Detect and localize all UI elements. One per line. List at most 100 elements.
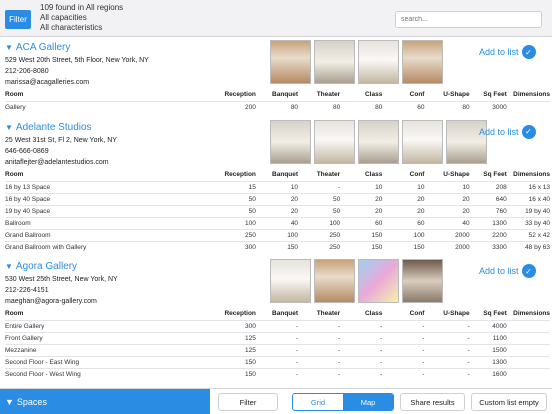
banquet-cell: - — [295, 323, 299, 330]
venue-photo[interactable] — [358, 40, 399, 84]
filter-button[interactable]: Filter — [5, 10, 31, 29]
reception-cell: 300 — [245, 243, 256, 251]
venue-photo[interactable] — [270, 119, 311, 164]
capacities-filter-text: All capacities — [40, 13, 87, 22]
sq-feet-cell: 1100 — [492, 335, 507, 342]
dimensions-cell: 19 by 40 — [525, 207, 550, 215]
class-cell: 60 — [375, 219, 383, 227]
venue-header: ▼ Agora Gallery 530 West 25th Street, Ne… — [0, 257, 552, 307]
u-shape-cell: - — [467, 359, 470, 366]
room-name: Second Floor - East Wing — [5, 359, 80, 366]
class-cell: 150 — [371, 243, 383, 251]
share-results-button[interactable]: Share results — [400, 393, 465, 411]
venue-header: ▼ ACA Gallery 529 West 20th Street, 5th … — [0, 38, 552, 88]
room-name: Mezzanine — [5, 347, 37, 354]
room-name: 16 by 40 Space — [5, 195, 51, 203]
add-to-list-button[interactable]: Add to list ✓ — [479, 264, 536, 278]
table-row[interactable]: Front Gallery 125 - - - - - 1100 — [5, 332, 550, 345]
theater-cell: - — [338, 183, 341, 191]
class-cell: 20 — [375, 195, 383, 203]
col-header-class: Class — [364, 170, 383, 178]
spaces-toggle[interactable]: ▼ Spaces — [0, 389, 210, 414]
venue-card: ▼ ACA Gallery 529 West 20th Street, 5th … — [0, 38, 552, 118]
col-header-sq-feet: Sq Feet — [483, 170, 507, 178]
col-header-sq-feet: Sq Feet — [483, 91, 507, 98]
reception-cell: 200 — [245, 104, 256, 112]
table-row[interactable]: 16 by 13 Space 15 10 - 10 10 10 208 16 x… — [5, 181, 550, 193]
table-row[interactable]: 16 by 40 Space 50 20 50 20 20 20 640 16 … — [5, 193, 550, 205]
venue-name-toggle[interactable]: ▼ ACA Gallery — [5, 42, 70, 53]
venue-email[interactable]: marissa@acagalleries.com — [5, 77, 149, 88]
venue-photo[interactable] — [314, 119, 355, 164]
venue-photos — [270, 40, 443, 84]
dimensions-cell: 16 x 13 — [528, 183, 550, 191]
rooms-table: Room Reception Banquet Theater Class Con… — [5, 307, 550, 381]
sq-feet-cell: 4000 — [492, 323, 507, 330]
table-row[interactable]: 19 by 40 Space 50 20 50 20 20 20 760 19 … — [5, 205, 550, 217]
venue-phone[interactable]: 212-226-4151 — [5, 285, 118, 296]
sq-feet-cell: 3000 — [492, 104, 507, 112]
room-name: Ballroom — [5, 219, 31, 227]
sq-feet-cell: 3300 — [492, 243, 507, 251]
venue-photo[interactable] — [358, 119, 399, 164]
venue-name-toggle[interactable]: ▼ Agora Gallery — [5, 261, 77, 272]
table-row[interactable]: Second Floor - East Wing 150 - - - - - 1… — [5, 356, 550, 369]
dimensions-cell: 16 x 40 — [528, 195, 550, 203]
map-view-button[interactable]: Map — [343, 394, 393, 410]
room-name: 19 by 40 Space — [5, 207, 51, 215]
venue-photo[interactable] — [270, 40, 311, 84]
venue-name-toggle[interactable]: ▼ Adelante Studios — [5, 122, 92, 133]
u-shape-cell: 10 — [462, 183, 470, 191]
table-row[interactable]: Entire Gallery 300 - - - - - 4000 — [5, 320, 550, 333]
dimensions-cell: 33 by 40 — [525, 219, 550, 227]
table-row[interactable]: Grand Ballroom 250 100 250 150 100 2000 … — [5, 229, 550, 241]
table-row[interactable]: Second Floor - West Wing 150 - - - - - 1… — [5, 368, 550, 381]
conf-cell: 60 — [417, 219, 425, 227]
class-cell: 20 — [375, 207, 383, 215]
venue-email[interactable]: maeghan@agora-gallery.com — [5, 296, 118, 307]
filter-bottom-button[interactable]: Filter — [218, 393, 278, 411]
venue-photo[interactable] — [270, 259, 311, 303]
venue-phone[interactable]: 646-666-0869 — [5, 146, 117, 157]
results-summary: 109 found in All regions All capacities … — [40, 3, 123, 33]
floor-plan-image[interactable] — [358, 259, 399, 303]
conf-cell: 20 — [417, 207, 425, 215]
col-header-banquet: Banquet — [272, 170, 299, 178]
table-row[interactable]: Grand Ballroom with Gallery 300 150 250 … — [5, 241, 550, 253]
add-to-list-button[interactable]: Add to list ✓ — [479, 124, 536, 139]
reception-cell: 125 — [245, 347, 256, 354]
banquet-cell: 100 — [287, 231, 299, 239]
grid-view-button[interactable]: Grid — [293, 394, 343, 410]
banquet-cell: - — [295, 347, 299, 354]
banquet-cell: 20 — [290, 207, 299, 215]
add-to-list-button[interactable]: Add to list ✓ — [479, 45, 536, 59]
room-name: Entire Gallery — [5, 323, 45, 330]
rooms-table: Room Reception Banquet Theater Class Con… — [5, 168, 550, 254]
banquet-cell: - — [295, 335, 299, 342]
col-header-conf: Conf — [409, 170, 425, 178]
venue-phone[interactable]: 212-206-8080 — [5, 66, 149, 77]
col-header-dimensions: Dimensions — [513, 170, 550, 178]
venue-photo[interactable] — [402, 259, 443, 303]
venue-photo[interactable] — [402, 40, 443, 84]
spaces-label: Spaces — [16, 397, 47, 407]
class-cell: - — [380, 347, 383, 354]
col-header-class: Class — [364, 310, 383, 317]
class-cell: - — [380, 335, 383, 342]
table-row[interactable]: Mezzanine 125 - - - - - 1500 — [5, 344, 550, 357]
table-row[interactable]: Gallery 200 80 80 80 60 80 3000 — [5, 101, 550, 114]
custom-list-button[interactable]: Custom list empty — [471, 393, 547, 411]
venue-list[interactable]: ▼ ACA Gallery 529 West 20th Street, 5th … — [0, 38, 552, 388]
sq-feet-cell: 640 — [495, 195, 507, 203]
table-row[interactable]: Ballroom 100 40 100 60 60 40 1300 33 by … — [5, 217, 550, 229]
col-header-conf: Conf — [409, 91, 425, 98]
venue-card: ▼ Agora Gallery 530 West 25th Street, Ne… — [0, 257, 552, 381]
venue-photo[interactable] — [402, 119, 443, 164]
col-header-room: Room — [5, 310, 24, 317]
venue-address: 25 West 31st St, Fl 2, New York, NY — [5, 136, 117, 144]
reception-cell: 50 — [248, 195, 256, 203]
venue-photo[interactable] — [314, 40, 355, 84]
venue-photo[interactable] — [314, 259, 355, 303]
venue-email[interactable]: anitaflejter@adelantestudios.com — [5, 157, 117, 168]
search-input[interactable] — [395, 11, 542, 28]
